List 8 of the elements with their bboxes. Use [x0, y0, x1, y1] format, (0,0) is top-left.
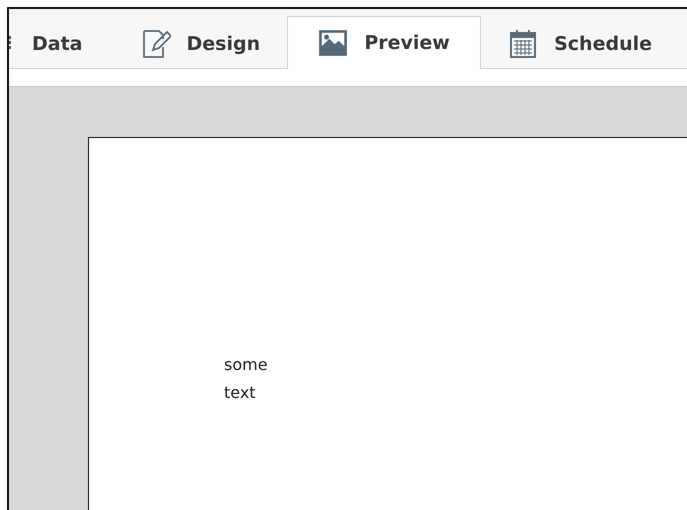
edit-icon [140, 28, 170, 58]
image-icon [318, 28, 348, 58]
calendar-icon [508, 28, 538, 58]
tab[interactable]: Data [9, 17, 114, 69]
tab[interactable]: Preview [287, 16, 482, 69]
text-label: some text [224, 354, 269, 404]
tab[interactable]: Schedule [481, 17, 679, 69]
tab[interactable]: Design [114, 17, 288, 69]
